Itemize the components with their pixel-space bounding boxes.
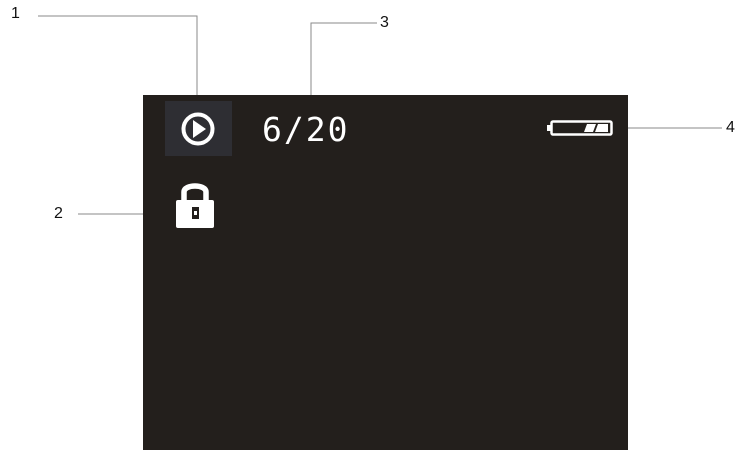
callout-label-4: 4 [726, 119, 735, 136]
battery-indicator [545, 118, 617, 138]
playback-mode-indicator [165, 101, 232, 156]
protect-indicator [170, 178, 220, 230]
callout-label-1: 1 [11, 5, 20, 22]
lock-icon [176, 183, 214, 228]
callout-label-3: 3 [380, 14, 389, 31]
leader-line-3 [310, 22, 377, 96]
leader-line-1 [38, 15, 198, 96]
callout-label-2: 2 [54, 205, 63, 222]
image-counter: 6/20 [262, 110, 350, 149]
play-icon [181, 112, 215, 146]
battery-icon [547, 120, 613, 136]
